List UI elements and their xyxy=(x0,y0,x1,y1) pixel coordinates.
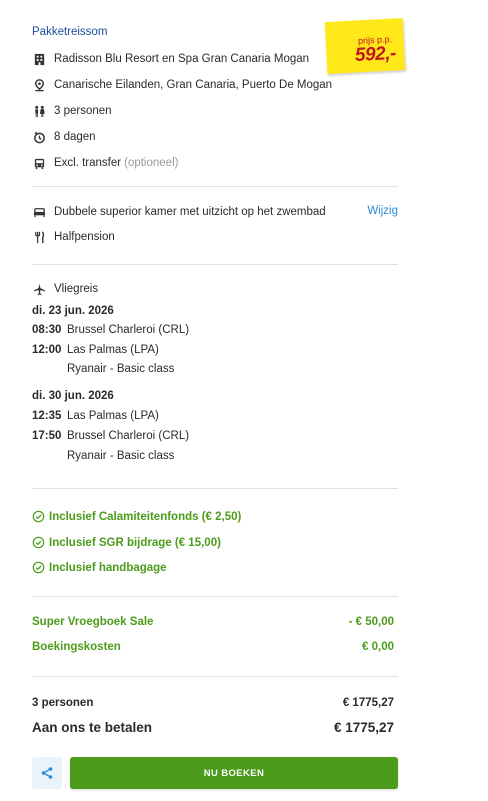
arrival-airport: Las Palmas (LPA) xyxy=(67,344,159,356)
arrival-airport: Brussel Charleroi (CRL) xyxy=(67,430,190,442)
inclusion-text: Inclusief SGR bijdrage (€ 15,00) xyxy=(49,536,221,549)
share-icon xyxy=(41,767,53,779)
departure-time: 12:35 xyxy=(32,410,62,422)
transfer-optional-note: (optioneel) xyxy=(124,157,179,169)
check-circle-icon xyxy=(32,561,45,574)
clock-icon xyxy=(32,130,46,144)
price-per-person-amount: 592,- xyxy=(354,42,397,67)
departure-airport: Brussel Charleroi (CRL) xyxy=(67,324,190,336)
persons-text: 3 personen xyxy=(54,105,112,117)
cutlery-icon xyxy=(32,230,46,244)
board-text: Halfpension xyxy=(54,231,115,243)
persons-row: 3 personen xyxy=(32,103,112,119)
carrier-text: Ryanair - Basic class xyxy=(67,450,175,462)
discount-label: Super Vroegboek Sale xyxy=(32,616,154,628)
persons-price-label: 3 personen xyxy=(32,697,94,709)
outbound-departure: 08:30 Brussel Charleroi (CRL) xyxy=(32,322,189,338)
check-circle-icon xyxy=(32,536,45,549)
arrival-time: 12:00 xyxy=(32,344,62,356)
discount-row: Super Vroegboek Sale - € 50,00 xyxy=(32,616,394,628)
building-icon xyxy=(32,52,46,66)
total-row: Aan ons te betalen € 1775,27 xyxy=(32,720,394,735)
return-departure: 12:35 Las Palmas (LPA) xyxy=(32,408,159,424)
transfer-row: Excl. transfer (optioneel) xyxy=(32,155,178,171)
inclusion-item: Inclusief Calamiteitenfonds (€ 2,50) xyxy=(32,510,241,523)
persons-price-value: € 1775,27 xyxy=(342,697,394,709)
inclusion-text: Inclusief handbagage xyxy=(49,561,167,574)
location-text: Canarische Eilanden, Gran Canaria, Puert… xyxy=(54,79,333,91)
hotel-name: Radisson Blu Resort en Spa Gran Canaria … xyxy=(54,53,310,65)
flight-heading: Vliegreis xyxy=(54,283,99,295)
arrival-time: 17:50 xyxy=(32,430,62,442)
board-row: Halfpension xyxy=(32,229,115,245)
booking-fee-row: Boekingskosten € 0,00 xyxy=(32,641,394,653)
bed-icon xyxy=(32,205,46,219)
inclusion-item: Inclusief handbagage xyxy=(32,561,167,574)
persons-price-row: 3 personen € 1775,27 xyxy=(32,697,394,709)
carrier-text: Ryanair - Basic class xyxy=(67,363,175,375)
booking-fee-label: Boekingskosten xyxy=(32,641,121,653)
departure-time: 08:30 xyxy=(32,324,62,336)
booking-summary: Pakketreissom prijs p.p. 592,- Radisson … xyxy=(0,0,488,801)
total-label: Aan ons te betalen xyxy=(32,720,153,735)
flight-heading-row: Vliegreis xyxy=(32,281,98,297)
room-description: Dubbele superior kamer met uitzicht op h… xyxy=(54,206,326,218)
departure-airport: Las Palmas (LPA) xyxy=(67,410,159,422)
duration-row: 8 dagen xyxy=(32,129,96,145)
hotel-row: Radisson Blu Resort en Spa Gran Canaria … xyxy=(32,51,309,67)
discount-value: - € 50,00 xyxy=(348,616,394,628)
check-circle-icon xyxy=(32,510,45,523)
price-sticker: prijs p.p. 592,- xyxy=(324,17,406,75)
outbound-carrier: Ryanair - Basic class xyxy=(67,361,174,377)
book-now-button[interactable]: NU BOEKEN xyxy=(70,757,398,789)
total-value: € 1775,27 xyxy=(333,720,394,735)
change-room-link[interactable]: Wijzig xyxy=(367,205,398,217)
transfer-text: Excl. transfer xyxy=(54,157,122,169)
share-button[interactable] xyxy=(32,757,62,789)
package-title: Pakketreissom xyxy=(32,26,108,38)
return-date: di. 30 jun. 2026 xyxy=(32,390,114,402)
return-arrival: 17:50 Brussel Charleroi (CRL) xyxy=(32,428,189,444)
inclusion-item: Inclusief SGR bijdrage (€ 15,00) xyxy=(32,536,221,549)
duration-text: 8 dagen xyxy=(54,131,96,143)
return-carrier: Ryanair - Basic class xyxy=(67,448,174,464)
persons-icon xyxy=(32,104,46,118)
location-pin-icon xyxy=(32,78,46,92)
divider xyxy=(32,264,398,265)
divider xyxy=(32,596,398,597)
booking-fee-value: € 0,00 xyxy=(362,641,394,653)
inclusion-text: Inclusief Calamiteitenfonds (€ 2,50) xyxy=(49,510,242,523)
airplane-icon xyxy=(32,282,46,296)
divider xyxy=(32,186,398,187)
bus-icon xyxy=(32,156,46,170)
divider xyxy=(32,488,398,489)
divider xyxy=(32,676,398,677)
outbound-date: di. 23 jun. 2026 xyxy=(32,305,114,317)
room-row: Dubbele superior kamer met uitzicht op h… xyxy=(32,204,326,220)
location-row: Canarische Eilanden, Gran Canaria, Puert… xyxy=(32,77,332,93)
outbound-arrival: 12:00 Las Palmas (LPA) xyxy=(32,342,159,358)
